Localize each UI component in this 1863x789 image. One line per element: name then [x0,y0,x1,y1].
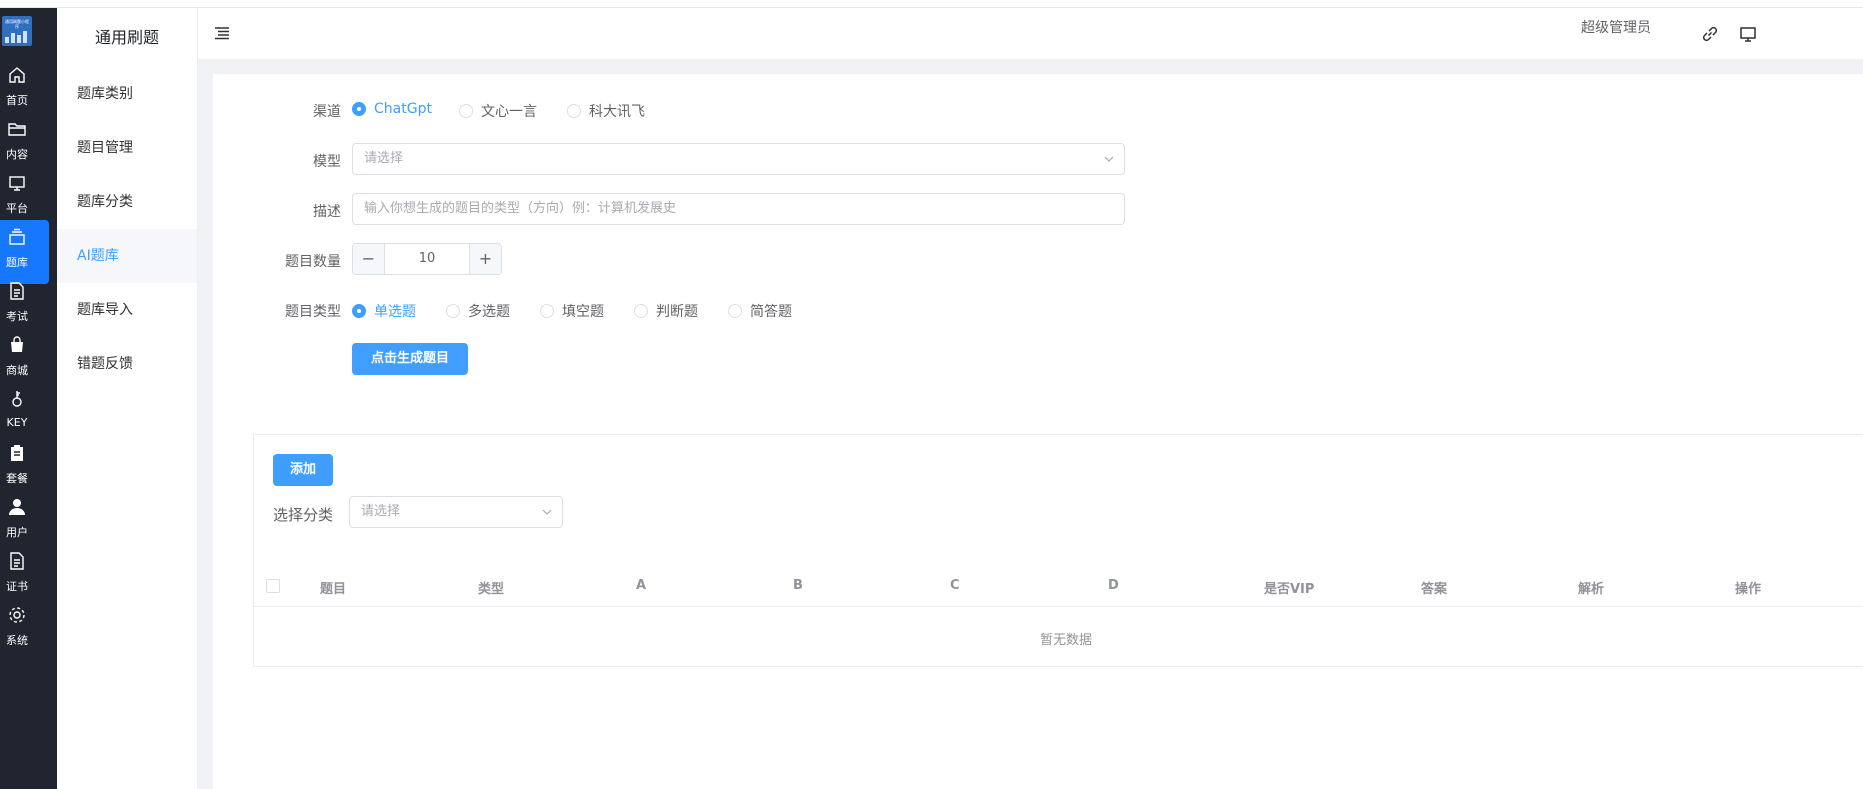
decrement-button[interactable]: − [353,244,385,274]
primary-nav-rail: 通用刷题小程序 首页 内容 平台 题库 考试 商城 KEY 套餐 用户 证书 系… [0,8,57,789]
chevron-down-icon [1104,156,1114,162]
home-icon [9,67,25,83]
rail-label: 用户 [6,526,28,539]
add-button[interactable]: 添加 [273,454,333,486]
clipboard-icon [11,445,23,461]
channel-radio-chatgpt[interactable]: ChatGpt [352,101,432,117]
type-radio-single[interactable]: 单选题 [352,301,416,321]
radio-dot [446,304,460,318]
top-strip [0,0,1863,8]
model-label: 模型 [313,154,341,170]
user-name[interactable]: 超级管理员 [1581,17,1651,37]
type-radio-fill[interactable]: 填空题 [540,301,604,321]
rail-label: KEY [6,416,28,429]
submenu-item-bank-import[interactable]: 题库导入 [57,283,197,337]
radio-dot [728,304,742,318]
certificate-icon [10,552,24,570]
rail-label: 套餐 [6,472,28,485]
empty-state-text: 暂无数据 [1040,633,1093,648]
column-header: C [950,578,960,593]
submenu-title: 通用刷题 [95,28,160,47]
type-radio-multiple[interactable]: 多选题 [446,301,510,321]
stack-icon [9,228,25,245]
generate-panel [213,74,1863,789]
radio-dot [459,104,473,118]
document-icon [10,282,24,300]
radio-dot [634,304,648,318]
column-header: 是否VIP [1264,582,1315,597]
monitor-icon [9,176,25,191]
channel-radio-xunfei[interactable]: 科大讯飞 [567,101,645,121]
rail-label: 平台 [6,202,28,215]
generate-button[interactable]: 点击生成题目 [352,343,468,375]
rail-label: 证书 [6,580,28,593]
bag-icon [11,336,23,352]
secondary-nav: 通用刷题 题库类别 题目管理 题库分类 AI题库 题库导入 错题反馈 [57,8,198,789]
app-logo-text: 通用刷题小程序 [5,19,29,29]
app-logo: 通用刷题小程序 [2,16,32,46]
key-icon [12,391,22,407]
column-header: 答案 [1421,582,1448,597]
model-select[interactable]: 请选择 [352,143,1125,175]
radio-dot [352,304,366,318]
rail-label: 内容 [6,148,28,161]
count-value[interactable]: 10 [385,244,469,274]
gear-icon [9,607,25,623]
rail-label: 考试 [6,310,28,323]
menu-icon[interactable] [214,25,230,41]
submenu-item-error-feedback[interactable]: 错题反馈 [57,337,197,391]
rail-label: 首页 [6,94,28,107]
category-filter-select[interactable]: 请选择 [349,496,563,528]
column-header: 操作 [1735,582,1762,597]
rail-label: 系统 [6,634,28,647]
question-type-label: 题目类型 [285,304,341,320]
column-header: 题目 [320,582,347,597]
count-stepper: − 10 + [352,243,502,275]
category-filter-label: 选择分类 [273,506,334,524]
link-icon[interactable] [1701,25,1719,43]
type-radio-short-answer[interactable]: 简答题 [728,301,792,321]
submenu-item-ai-bank[interactable]: AI题库 [57,229,197,283]
submenu-item-bank-classify[interactable]: 题库分类 [57,175,197,229]
type-radio-judge[interactable]: 判断题 [634,301,698,321]
radio-dot [352,102,366,116]
folder-icon [8,123,26,136]
increment-button[interactable]: + [469,244,501,274]
description-input[interactable]: 输入你想生成的题目的类型（方向）例：计算机发展史 [352,193,1125,225]
column-header: B [793,578,803,593]
count-label: 题目数量 [285,254,341,270]
rail-item-system[interactable]: 系统 [0,598,49,662]
monitor-icon[interactable] [1739,25,1757,43]
rail-label: 题库 [6,256,28,269]
column-header: D [1108,578,1119,593]
submenu-item-bank-category[interactable]: 题库类别 [57,67,197,121]
chevron-down-icon [542,509,552,515]
radio-dot [540,304,554,318]
column-header: 解析 [1578,582,1605,597]
submenu-item-question-manage[interactable]: 题目管理 [57,121,197,175]
channel-radio-wenxin[interactable]: 文心一言 [459,101,537,121]
column-header: 类型 [478,582,505,597]
radio-dot [567,104,581,118]
user-icon [9,499,25,515]
column-header: A [636,578,647,593]
rail-label: 商城 [6,364,28,377]
table-header-divider [254,606,1863,607]
select-all-checkbox[interactable] [266,579,280,593]
channel-label: 渠道 [313,104,341,120]
description-label: 描述 [313,204,341,220]
